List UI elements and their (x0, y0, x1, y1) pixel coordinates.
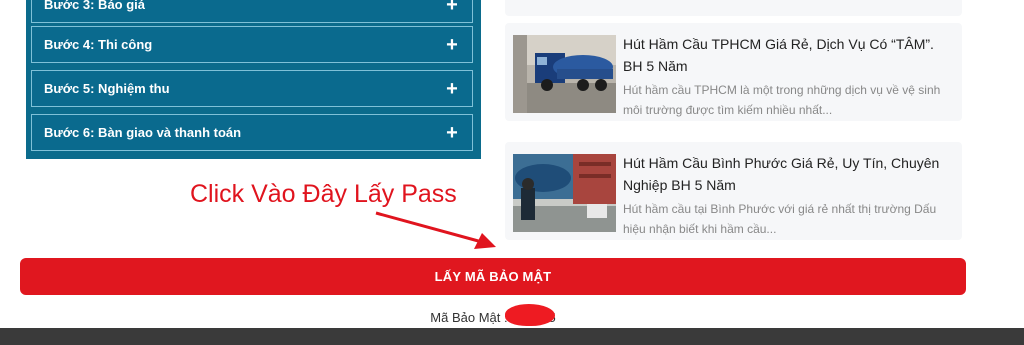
security-code-value: 65 (505, 304, 556, 326)
post-title[interactable]: Hút Hầm Cầu Bình Phước Giá Rẻ, Uy Tín, C… (623, 152, 953, 196)
plus-icon[interactable]: + (444, 35, 460, 55)
annotation-arrow-icon (375, 211, 496, 249)
post-card-previous (505, 0, 962, 16)
security-code-line: Mã Bảo Mật : 65 (0, 304, 986, 326)
post-thumbnail[interactable] (513, 35, 616, 113)
accordion-item-step-5[interactable]: Bước 5: Nghiệm thu + (31, 70, 473, 107)
accordion-item-step-4[interactable]: Bước 4: Thi công + (31, 26, 473, 63)
steps-accordion: Bước 3: Báo giá + Bước 4: Thi công + Bướ… (26, 0, 481, 159)
accordion-item-label: Bước 4: Thi công (44, 37, 153, 52)
plus-icon[interactable]: + (444, 0, 460, 15)
post-title[interactable]: Hút Hầm Cầu TPHCM Giá Rẻ, Dịch Vụ Có “TÂ… (623, 33, 953, 77)
accordion-item-step-3[interactable]: Bước 3: Báo giá + (31, 0, 473, 23)
post-thumbnail[interactable] (513, 154, 616, 232)
post-card[interactable]: Hút Hầm Cầu TPHCM Giá Rẻ, Dịch Vụ Có “TÂ… (505, 23, 962, 121)
post-excerpt: Hút hầm cầu tại Bình Phước với giá rẻ nh… (623, 202, 937, 236)
accordion-item-label: Bước 6: Bàn giao và thanh toán (44, 125, 242, 140)
accordion-item-label: Bước 5: Nghiệm thu (44, 81, 170, 96)
accordion-item-label: Bước 3: Báo giá (44, 0, 146, 12)
get-security-code-button[interactable]: LẤY MÃ BẢO MẬT (20, 258, 966, 295)
plus-icon[interactable]: + (444, 123, 460, 143)
redaction-scribble (505, 304, 556, 326)
security-code-label: Mã Bảo Mật : (430, 310, 512, 325)
plus-icon[interactable]: + (444, 79, 460, 99)
footer-bar (0, 328, 1024, 345)
accordion-item-step-6[interactable]: Bước 6: Bàn giao và thanh toán + (31, 114, 473, 151)
post-excerpt: Hút hầm cầu TPHCM là một trong những dịc… (623, 83, 941, 117)
post-card[interactable]: Hút Hầm Cầu Bình Phước Giá Rẻ, Uy Tín, C… (505, 142, 962, 240)
